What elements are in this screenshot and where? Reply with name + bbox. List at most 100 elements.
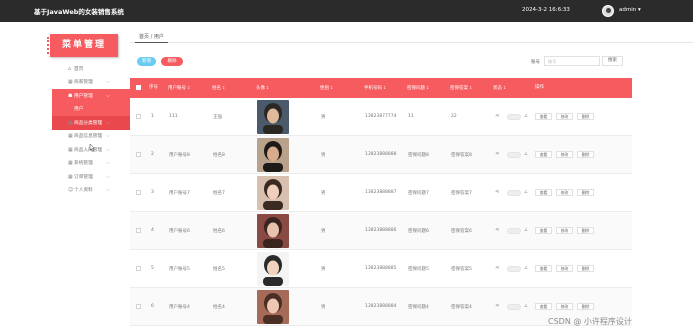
avatar[interactable] (602, 5, 614, 17)
column-header-label: 手机号码 (364, 86, 382, 91)
status-toggle[interactable] (507, 228, 521, 234)
column-header[interactable]: 密保答案↕ (450, 78, 472, 98)
edit-icon[interactable]: ∠ (524, 266, 528, 271)
mouse-cursor-icon (89, 144, 96, 152)
edit-button[interactable]: 修改 (556, 303, 573, 310)
table-row: 3 用户账号7 姓名7 男 13823888887 密保问题7 密保答案7 ⋖ ∠ 查看 修改 删除 (130, 174, 632, 212)
status-toggle[interactable] (507, 152, 521, 158)
edit-button[interactable]: 修改 (556, 151, 573, 158)
edit-button[interactable]: 修改 (556, 189, 573, 196)
share-icon[interactable]: ⋖ (495, 227, 499, 233)
tab-breadcrumb[interactable]: 首页 / 用户 (135, 31, 168, 43)
cell-phone: 13823888888 (365, 152, 397, 157)
grid-icon: ▦ (68, 119, 73, 126)
view-button[interactable]: 查看 (535, 189, 552, 196)
user-menu[interactable]: admin ▾ (619, 7, 641, 13)
share-icon[interactable]: ⋖ (495, 151, 499, 157)
status-toggle[interactable] (507, 190, 521, 196)
cell-gender: 男 (321, 153, 326, 158)
column-header[interactable]: 操作 (535, 78, 544, 98)
view-button[interactable]: 查看 (535, 151, 552, 158)
avatar-photo (257, 290, 289, 324)
row-checkbox[interactable] (136, 228, 141, 233)
sort-icon[interactable]: ↕ (222, 85, 225, 90)
edit-icon[interactable]: ∠ (524, 304, 528, 309)
cell-answer: 密保答案6 (451, 229, 472, 234)
column-header[interactable]: 序号 (149, 78, 158, 98)
sort-icon[interactable]: ↕ (469, 85, 472, 90)
row-checkbox[interactable] (136, 152, 141, 157)
delete-row-button[interactable]: 删除 (577, 303, 594, 310)
sort-icon[interactable]: ↕ (187, 85, 190, 90)
search-input[interactable]: 账号 (544, 56, 600, 66)
sidebar-item[interactable]: ⌂ 首页 (52, 62, 130, 76)
sidebar-item[interactable]: 用户 (52, 102, 130, 116)
status-toggle[interactable] (507, 304, 521, 310)
sidebar-item[interactable]: ☺ 个人资料 ⌵ (52, 184, 130, 198)
cell-gender: 男 (321, 191, 326, 196)
edit-icon[interactable]: ∠ (524, 152, 528, 157)
row-checkbox[interactable] (136, 266, 141, 271)
cell-answer: 22 (451, 114, 457, 119)
delete-button[interactable]: 删除 (161, 57, 183, 66)
share-icon[interactable]: ⋖ (495, 303, 499, 309)
column-header-label: 姓名 (212, 86, 221, 91)
edit-button[interactable]: 修改 (556, 265, 573, 272)
edit-icon[interactable]: ∠ (524, 190, 528, 195)
column-header-label: 性别 (320, 86, 329, 91)
share-icon[interactable]: ⋖ (495, 189, 499, 195)
column-header-label: 密保答案 (450, 86, 468, 91)
sort-icon[interactable]: ↕ (426, 85, 429, 90)
avatar-photo (257, 214, 289, 248)
view-button[interactable]: 查看 (535, 227, 552, 234)
column-header[interactable]: 姓名↕ (212, 78, 225, 98)
sidebar-item[interactable]: ☗ 用户管理 ⌵ (52, 89, 130, 103)
edit-icon[interactable]: ∠ (524, 114, 528, 119)
table-row: 2 用户账号8 姓名8 男 13823888888 密保问题8 密保答案8 ⋖ ∠ 查看 修改 删除 (130, 136, 632, 174)
column-header[interactable]: 用户账号↕ (168, 78, 190, 98)
column-header[interactable]: 头像↕ (256, 78, 269, 98)
sidebar-item[interactable]: ▦ 商品分类管理 ⌵ (52, 116, 130, 130)
column-header[interactable]: 状态↕ (493, 78, 506, 98)
share-icon[interactable]: ⋖ (495, 113, 499, 119)
column-header[interactable]: 手机号码↕ (364, 78, 386, 98)
select-all-checkbox[interactable] (136, 85, 141, 90)
chevron-down-icon: ⌵ (106, 119, 110, 126)
add-button[interactable]: 新增 (137, 57, 156, 66)
edit-icon[interactable]: ∠ (524, 228, 528, 233)
sidebar-item[interactable]: ▦ 系统管理 ⌵ (52, 157, 130, 171)
tab-bar: 首页 / 用户 (130, 31, 693, 43)
status-toggle[interactable] (507, 266, 521, 272)
delete-row-button[interactable]: 删除 (577, 151, 594, 158)
edit-button[interactable]: 修改 (556, 227, 573, 234)
delete-row-button[interactable]: 删除 (577, 227, 594, 234)
cell-gender: 男 (321, 305, 326, 310)
cell-question: 密保问题6 (408, 229, 429, 234)
column-header[interactable]: 性别↕ (320, 78, 333, 98)
grid-icon: ▦ (68, 173, 73, 180)
share-icon[interactable]: ⋖ (495, 265, 499, 271)
sort-icon[interactable]: ↕ (383, 85, 386, 90)
sort-icon[interactable]: ↕ (266, 85, 269, 90)
status-toggle[interactable] (507, 114, 521, 120)
view-button[interactable]: 查看 (535, 113, 552, 120)
delete-row-button[interactable]: 删除 (577, 265, 594, 272)
sort-icon[interactable]: ↕ (503, 85, 506, 90)
edit-button[interactable]: 修改 (556, 113, 573, 120)
delete-row-button[interactable]: 删除 (577, 189, 594, 196)
sidebar-item[interactable]: ▦ 订单管理 ⌵ (52, 170, 130, 184)
view-button[interactable]: 查看 (535, 265, 552, 272)
sidebar-item[interactable]: ▦ 商品信息管理 ⌵ (52, 130, 130, 144)
delete-row-button[interactable]: 删除 (577, 113, 594, 120)
view-button[interactable]: 查看 (535, 303, 552, 310)
logo: 菜单管理 (47, 34, 118, 57)
sort-icon[interactable]: ↕ (330, 85, 333, 90)
search-button[interactable]: 搜索 (602, 56, 623, 66)
row-checkbox[interactable] (136, 114, 141, 119)
sidebar-item[interactable]: ▦ 商家管理 ⌵ (52, 76, 130, 90)
table-row: 5 用户账号5 姓名5 男 13823888885 密保问题5 密保答案5 ⋖ ∠ 查看 修改 删除 (130, 250, 632, 288)
row-checkbox[interactable] (136, 190, 141, 195)
row-checkbox[interactable] (136, 304, 141, 309)
sidebar-item-label: 个人资料 (74, 188, 93, 194)
column-header[interactable]: 密保问题↕ (407, 78, 429, 98)
